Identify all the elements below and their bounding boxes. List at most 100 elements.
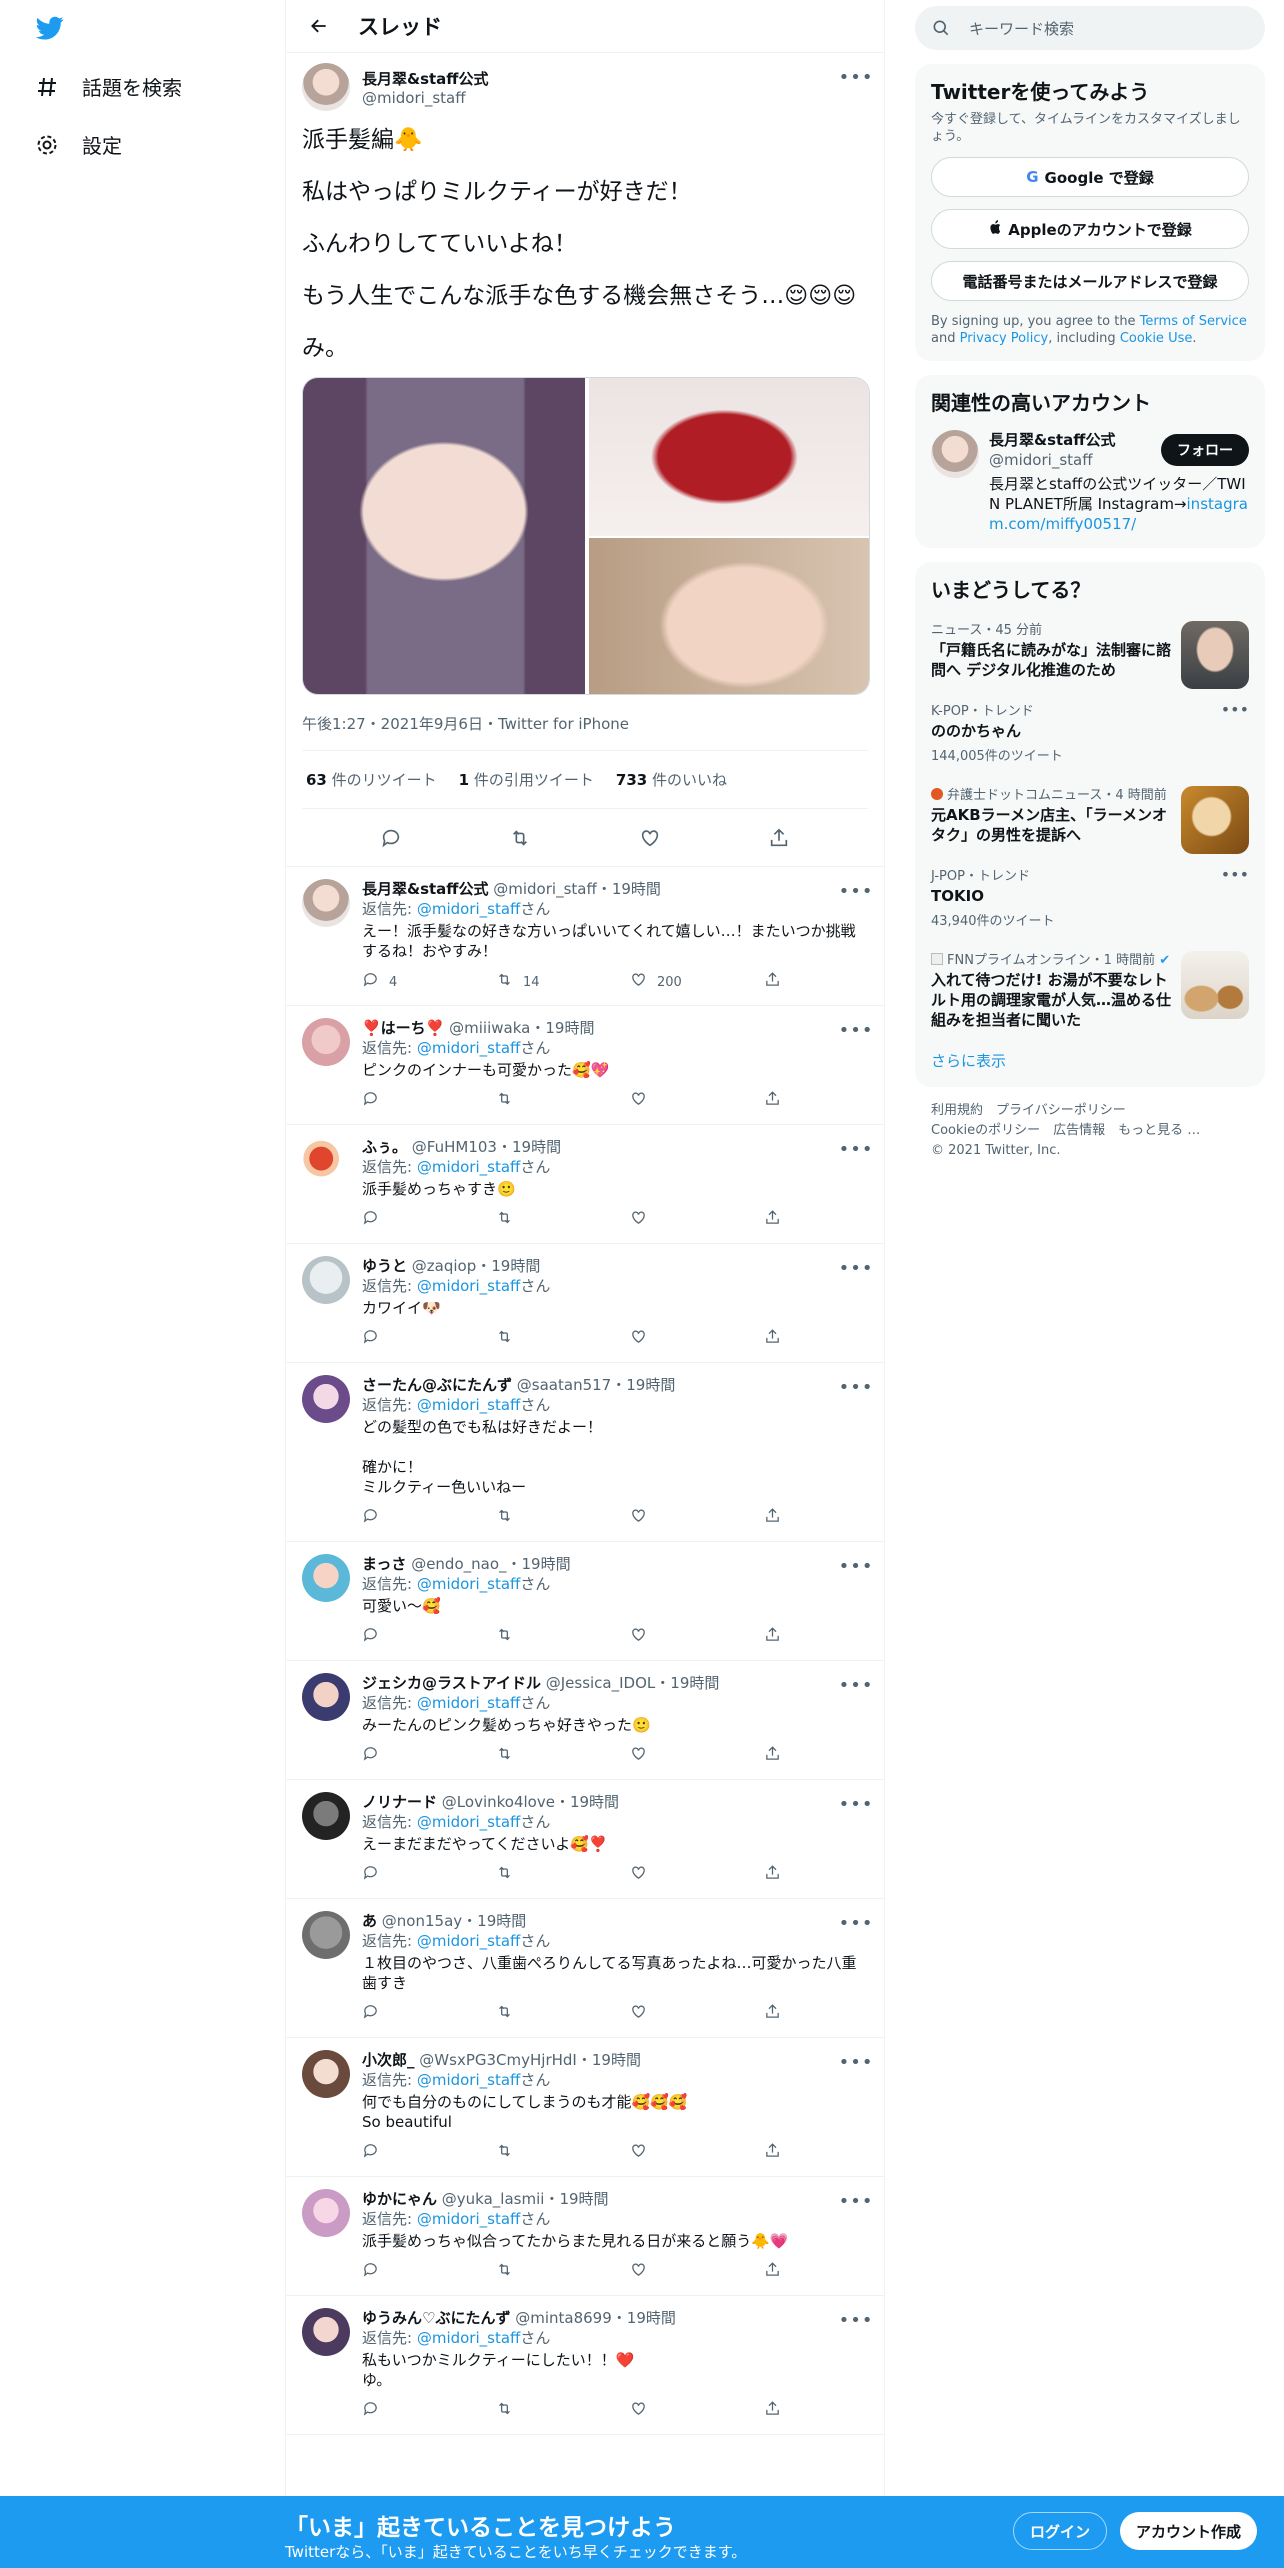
reply-button[interactable] <box>362 1090 496 1114</box>
reply-author-handle[interactable]: @yuka_lasmii <box>442 2190 545 2208</box>
reply-tweet[interactable]: 小次郎_ @WsxPG3CmyHjrHdI・19時間 返信先: @midori_s… <box>286 2038 884 2177</box>
reply-button[interactable] <box>362 1209 496 1233</box>
reply-button[interactable] <box>362 1864 496 1888</box>
cookie-link[interactable]: Cookie Use <box>1120 331 1193 346</box>
reply-time[interactable]: 19時間 <box>491 1257 540 1275</box>
reply-time[interactable]: 19時間 <box>670 1674 719 1692</box>
reply-time[interactable]: 19時間 <box>545 1019 594 1037</box>
reply-author-handle[interactable]: @endo_nao_ <box>411 1555 506 1573</box>
reply-author-name[interactable]: 長月翠&staff公式 <box>362 880 488 898</box>
reply-author-handle[interactable]: @Lovinko4love <box>442 1793 555 1811</box>
more-icon[interactable]: ••• <box>839 1911 873 1935</box>
more-icon[interactable]: ••• <box>839 1018 873 1042</box>
author-name[interactable]: 長月翠&staff公式 <box>362 68 488 89</box>
reply-button[interactable] <box>362 1626 496 1650</box>
like-button[interactable]: 200 <box>630 971 764 995</box>
reply-to-link[interactable]: @midori_staff <box>417 1396 521 1414</box>
twitter-bird-icon[interactable] <box>33 14 67 42</box>
avatar[interactable] <box>302 1375 350 1423</box>
media-photo[interactable] <box>303 378 585 694</box>
retweet-button[interactable] <box>496 1626 630 1650</box>
retweet-button[interactable] <box>496 2142 630 2166</box>
reply-button[interactable]: 4 <box>362 971 496 995</box>
more-icon[interactable]: ••• <box>839 65 873 89</box>
reply-time[interactable]: 19時間 <box>592 2051 641 2069</box>
retweet-button[interactable]: 14 <box>496 971 630 995</box>
reply-author-name[interactable]: さーたん@ぶにたんず <box>362 1376 512 1394</box>
reply-button[interactable] <box>362 2142 496 2166</box>
footer-links[interactable]: Cookieのポリシー 広告情報 もっと見る … <box>931 1121 1249 1141</box>
reply-tweet[interactable]: ❣️はーち❣️ @miiiwaka・19時間 返信先: @midori_staff… <box>286 1006 884 1125</box>
reply-tweet[interactable]: ふぅ。 @FuHM103・19時間 返信先: @midori_staffさん 派手髪… <box>286 1125 884 1244</box>
reply-author-name[interactable]: ノリナード <box>362 1793 437 1811</box>
reply-to-link[interactable]: @midori_staff <box>417 2210 521 2228</box>
reply-tweet[interactable]: 長月翠&staff公式 @midori_staff・19時間 返信先: @mido… <box>286 867 884 1006</box>
reply-button[interactable] <box>362 2003 496 2027</box>
reply-tweet[interactable]: ゆうと @zaqiop・19時間 返信先: @midori_staffさん カワイイ… <box>286 1244 884 1363</box>
reply-author-name[interactable]: ゆうと <box>362 1257 407 1275</box>
reply-icon[interactable] <box>374 821 408 855</box>
reply-time[interactable]: 19時間 <box>627 2309 676 2327</box>
avatar[interactable] <box>302 1554 350 1602</box>
terms-link[interactable]: Terms of Service <box>1140 314 1247 329</box>
reply-to-link[interactable]: @midori_staff <box>417 1694 521 1712</box>
phone-email-signup-button[interactable]: 電話番号またはメールアドレスで登録 <box>931 261 1249 301</box>
retweet-button[interactable] <box>496 1328 630 1352</box>
footer-links[interactable]: 利用規約 プライバシーポリシー <box>931 1101 1249 1121</box>
reply-button[interactable] <box>362 1745 496 1769</box>
apple-signup-button[interactable]: Appleのアカウントで登録 <box>931 209 1249 249</box>
reply-to-link[interactable]: @midori_staff <box>417 1813 521 1831</box>
avatar[interactable] <box>302 1018 350 1066</box>
reply-to-link[interactable]: @midori_staff <box>417 2329 521 2347</box>
retweet-button[interactable] <box>496 1507 630 1531</box>
like-button[interactable] <box>630 1745 764 1769</box>
reply-to-link[interactable]: @midori_staff <box>417 900 521 918</box>
retweet-button[interactable] <box>496 1209 630 1233</box>
retweet-count[interactable]: 63 件のリツイート <box>306 769 437 790</box>
share-button[interactable] <box>764 1328 781 1352</box>
like-button[interactable] <box>630 2142 764 2166</box>
share-button[interactable] <box>764 1745 781 1769</box>
reply-tweet[interactable]: さーたん@ぶにたんず @saatan517・19時間 返信先: @midori_s… <box>286 1363 884 1542</box>
more-icon[interactable]: ••• <box>839 879 873 903</box>
avatar[interactable] <box>302 1137 350 1185</box>
search-input[interactable]: キーワード検索 <box>915 6 1265 50</box>
reply-time[interactable]: 19時間 <box>477 1912 526 1930</box>
retweet-button[interactable] <box>496 2003 630 2027</box>
reply-author-name[interactable]: 小次郎_ <box>362 2051 415 2069</box>
reply-time[interactable]: 19時間 <box>570 1793 619 1811</box>
avatar[interactable] <box>302 1792 350 1840</box>
author-handle[interactable]: @midori_staff <box>362 89 488 107</box>
trend-item[interactable]: ニュース・45 分前 「戸籍氏名に読みがな」法制審に諮問へ デジタル化推進のため <box>931 609 1249 690</box>
reply-tweet[interactable]: まっさ @endo_nao_・19時間 返信先: @midori_staffさん可… <box>286 1542 884 1661</box>
reply-button[interactable] <box>362 1507 496 1531</box>
share-button[interactable] <box>764 2003 781 2027</box>
avatar[interactable] <box>302 2308 350 2356</box>
reply-button[interactable] <box>362 2400 496 2424</box>
nav-explore[interactable]: 話題を検索 <box>34 72 182 101</box>
reply-tweet[interactable]: ジェシカ@ラストアイドル @Jessica_IDOL・19時間 返信先: @mid… <box>286 1661 884 1780</box>
reply-author-name[interactable]: ゆうみん♡ぶにたんず <box>362 2309 510 2327</box>
media-photo[interactable] <box>589 378 869 536</box>
like-button[interactable] <box>630 1507 764 1531</box>
share-button[interactable] <box>764 1864 781 1888</box>
signup-button[interactable]: アカウント作成 <box>1120 2512 1258 2550</box>
retweet-button[interactable] <box>496 2400 630 2424</box>
reply-author-handle[interactable]: @FuHM103 <box>412 1138 497 1156</box>
reply-button[interactable] <box>362 1328 496 1352</box>
reply-author-handle[interactable]: @midori_staff <box>493 880 597 898</box>
like-button[interactable] <box>630 2261 764 2285</box>
login-button[interactable]: ログイン <box>1013 2512 1108 2550</box>
avatar[interactable] <box>302 2189 350 2237</box>
heart-icon[interactable] <box>633 821 667 855</box>
like-button[interactable] <box>630 1209 764 1233</box>
reply-tweet[interactable]: あ @non15ay・19時間 返信先: @midori_staffさん １枚目のや… <box>286 1899 884 2038</box>
google-signup-button[interactable]: G Google で登録 <box>931 157 1249 197</box>
share-button[interactable] <box>764 1626 781 1650</box>
reply-author-handle[interactable]: @zaqiop <box>412 1257 476 1275</box>
reply-to-link[interactable]: @midori_staff <box>417 1277 521 1295</box>
related-account[interactable]: 長月翠&staff公式 @midori_staff 長月翠とstaffの公式ツイ… <box>931 430 1249 534</box>
more-icon[interactable]: ••• <box>1221 700 1249 719</box>
trend-item[interactable]: FNNプライムオンライン・1 時間前 ✔ 入れて待つだけ! お湯が不要なレトルト… <box>931 939 1249 1040</box>
more-icon[interactable]: ••• <box>839 1673 873 1697</box>
